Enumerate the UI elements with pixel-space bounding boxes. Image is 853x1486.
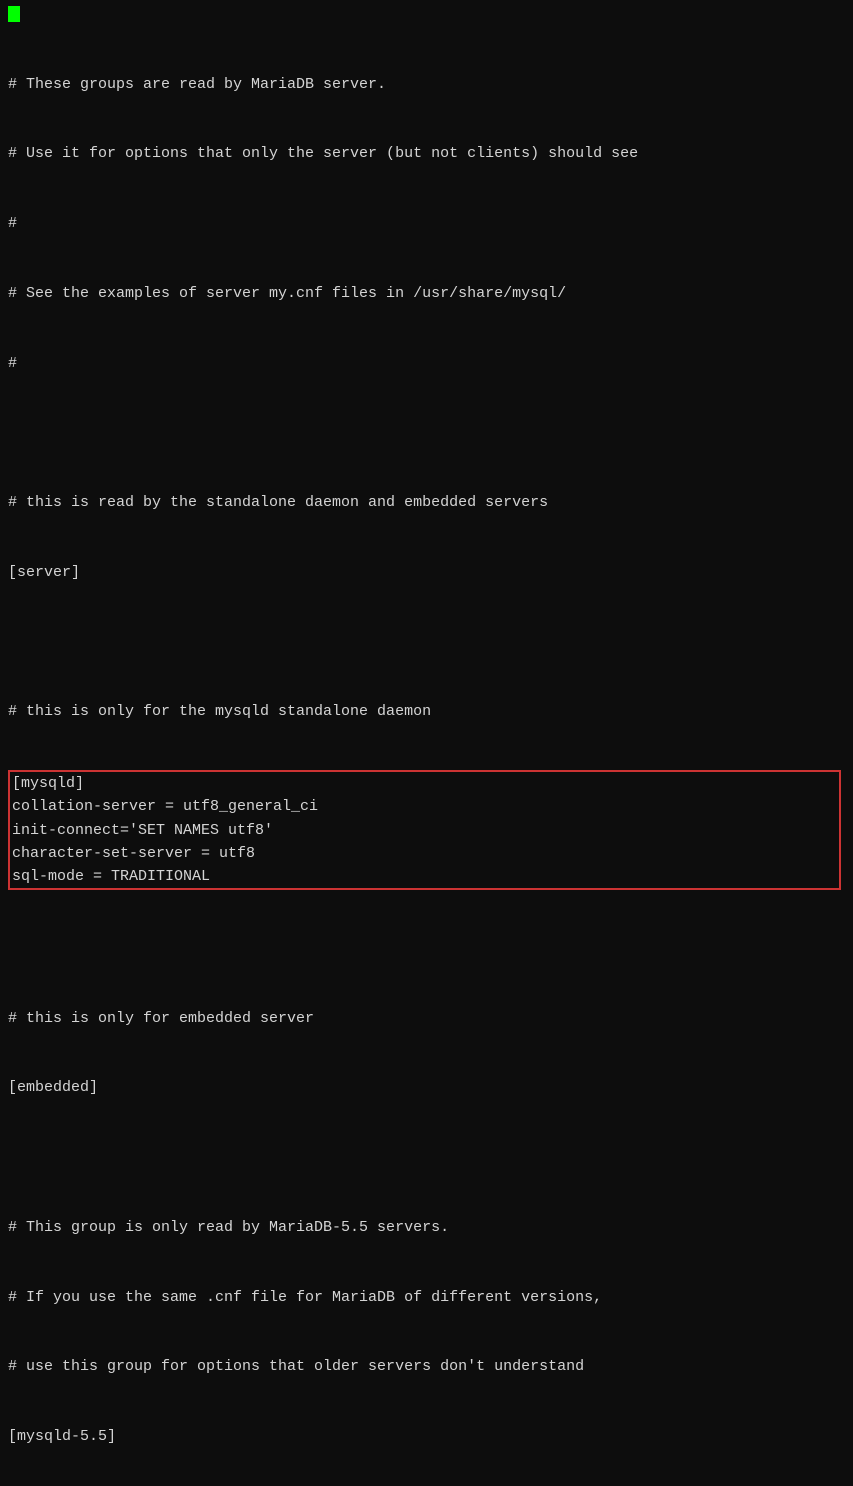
line-10: # this is only for the mysqld standalone… <box>8 700 845 723</box>
code-after: # this is only for embedded server [embe… <box>8 890 845 1486</box>
line-4: # See the examples of server my.cnf file… <box>8 282 845 305</box>
mysqld-content: [mysqld] collation-server = utf8_general… <box>12 775 318 885</box>
line-1: # These groups are read by MariaDB serve… <box>8 73 845 96</box>
line-5: # <box>8 352 845 375</box>
line-9 <box>8 631 845 654</box>
line-after-3: [embedded] <box>8 1076 845 1099</box>
line-after-6: # If you use the same .cnf file for Mari… <box>8 1286 845 1309</box>
line-8: [server] <box>8 561 845 584</box>
line-after-1 <box>8 937 845 960</box>
mysqld-section: [mysqld] collation-server = utf8_general… <box>8 770 841 890</box>
line-after-7: # use this group for options that older … <box>8 1355 845 1378</box>
line-3: # <box>8 212 845 235</box>
line-2: # Use it for options that only the serve… <box>8 142 845 165</box>
line-7: # this is read by the standalone daemon … <box>8 491 845 514</box>
terminal: # These groups are read by MariaDB serve… <box>8 4 845 1486</box>
line-after-4 <box>8 1146 845 1169</box>
line-after-2: # this is only for embedded server <box>8 1007 845 1030</box>
line-6 <box>8 421 845 444</box>
cursor-line <box>8 4 845 24</box>
cursor-block <box>8 6 20 22</box>
line-after-8: [mysqld-5.5] <box>8 1425 845 1448</box>
code-content: # These groups are read by MariaDB serve… <box>8 26 845 770</box>
line-after-5: # This group is only read by MariaDB-5.5… <box>8 1216 845 1239</box>
